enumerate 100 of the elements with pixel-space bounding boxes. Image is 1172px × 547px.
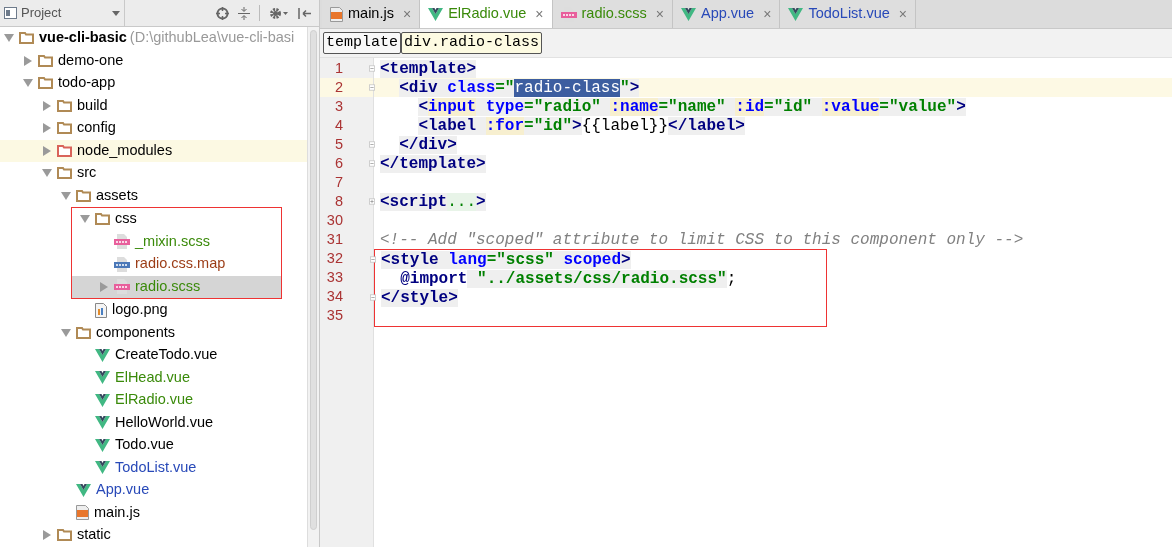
expanded-arrow-icon[interactable] [4, 34, 14, 43]
tree-item[interactable]: components [0, 321, 307, 344]
line-number: 6 [334, 153, 343, 173]
line-number: 7 [334, 172, 343, 192]
collapsed-arrow-icon[interactable] [42, 145, 52, 156]
tree-item[interactable]: todo-app [0, 72, 307, 95]
tree-item[interactable]: App.vue [0, 479, 307, 502]
tree-item[interactable]: TodoList.vue [0, 456, 307, 479]
folder-icon [38, 54, 53, 67]
line-number: 3 [334, 96, 343, 116]
line-number: 5 [334, 134, 343, 154]
fold-end-icon[interactable] [370, 293, 376, 302]
code-line: <style lang="scss" scoped> [381, 249, 631, 271]
line-number: 2 [334, 77, 343, 97]
folder-icon [38, 77, 53, 90]
vue-file-icon [788, 7, 804, 21]
collapse-all-icon[interactable] [238, 6, 250, 20]
line-number: 4 [334, 115, 343, 135]
tree-item[interactable]: logo.png [0, 299, 307, 322]
folder-icon [57, 529, 72, 542]
tree-item[interactable]: main.js [0, 501, 307, 524]
line-number: 30 [326, 210, 343, 230]
code-line: <script...> [380, 191, 486, 213]
expand-fold-icon[interactable] [369, 197, 375, 206]
line-number: 34 [326, 286, 343, 306]
line-number: 35 [326, 305, 343, 325]
folder-icon [57, 99, 72, 112]
fold-end-icon[interactable] [369, 140, 375, 149]
sass-file-icon [114, 279, 130, 295]
tree-item[interactable]: radio.css.map [72, 253, 281, 276]
vue-file-icon [95, 416, 110, 430]
breadcrumb[interactable]: template [323, 32, 401, 54]
editor-tab[interactable]: ElRadio.vue × [420, 0, 553, 28]
tree-item[interactable]: demo-one [0, 49, 307, 72]
target-icon[interactable] [216, 6, 229, 20]
line-number: 32 [326, 248, 343, 268]
tree-item[interactable]: config [0, 117, 307, 140]
fold-icon[interactable] [369, 83, 375, 92]
image-file-icon [95, 302, 107, 318]
tree-item[interactable]: ElHead.vue [0, 366, 307, 389]
vue-file-icon [95, 371, 110, 385]
expanded-arrow-icon[interactable] [80, 215, 90, 224]
tree-item[interactable]: HelloWorld.vue [0, 411, 307, 434]
json-file-icon [114, 256, 130, 272]
tree-item[interactable]: ElRadio.vue [0, 389, 307, 412]
tree-item[interactable]: _mixin.scss [72, 230, 281, 253]
vue-file-icon [95, 438, 110, 452]
collapsed-arrow-icon[interactable] [42, 123, 52, 134]
vue-file-icon [95, 393, 110, 407]
project-view-label: Project [21, 4, 63, 23]
tree-item[interactable]: static [0, 524, 307, 547]
tree-item[interactable]: Todo.vue [0, 434, 307, 457]
hide-panel-icon[interactable] [298, 6, 311, 20]
line-number: 33 [326, 267, 343, 287]
fold-icon[interactable] [369, 64, 375, 73]
close-icon[interactable]: × [763, 3, 772, 25]
breadcrumb[interactable]: div.radio-class [401, 32, 543, 54]
folder-icon [57, 167, 72, 180]
scrollbar-thumb[interactable] [310, 30, 317, 530]
collapsed-arrow-icon[interactable] [42, 100, 52, 111]
expanded-arrow-icon[interactable] [61, 328, 71, 337]
vue-file-icon [428, 7, 444, 21]
collapsed-arrow-icon[interactable] [99, 281, 109, 292]
js-file-icon [330, 6, 343, 22]
caret-icon [112, 10, 120, 16]
expanded-arrow-icon[interactable] [23, 79, 33, 88]
tree-item[interactable]: vue-cli-basic (D:\githubLea\vue-cli-basi [0, 27, 307, 50]
tree-item[interactable]: node_modules [0, 139, 307, 162]
vue-file-icon [680, 7, 696, 21]
code-comment: <!-- Add "scoped" attribute to limit CSS to this component only --> [380, 229, 1024, 251]
collapsed-arrow-icon[interactable] [23, 55, 33, 66]
line-number: 8 [334, 191, 343, 211]
fold-end-icon[interactable] [369, 159, 375, 168]
settings-icon[interactable] [269, 6, 289, 20]
folder-icon [95, 213, 110, 226]
project-icon [4, 7, 17, 19]
js-file-icon [76, 505, 89, 521]
tree-item[interactable]: src [0, 162, 307, 185]
fold-icon[interactable] [370, 255, 376, 264]
folder-icon [19, 32, 34, 45]
code-line: <label :for="id">{{label}}</label> [417, 115, 745, 137]
sass-file-icon [114, 234, 130, 250]
folder-icon [76, 189, 91, 202]
expanded-arrow-icon[interactable] [42, 169, 52, 178]
tree-item[interactable]: build [0, 94, 307, 117]
close-icon[interactable]: × [535, 3, 544, 25]
vue-file-icon [95, 461, 110, 475]
project-path: (D:\githubLea\vue-cli-basi [129, 28, 295, 48]
vue-file-icon [76, 483, 91, 497]
line-number: 31 [326, 229, 343, 249]
collapsed-arrow-icon[interactable] [42, 530, 52, 541]
folder-icon [57, 122, 72, 135]
folder-icon [76, 326, 91, 339]
folder-icon [57, 144, 72, 157]
vue-file-icon [95, 348, 110, 362]
line-number: 1 [334, 58, 343, 78]
tree-item[interactable]: css [72, 208, 281, 231]
tree-item[interactable]: CreateTodo.vue [0, 344, 307, 367]
expanded-arrow-icon[interactable] [61, 191, 71, 200]
tree-item[interactable]: assets [0, 184, 307, 207]
